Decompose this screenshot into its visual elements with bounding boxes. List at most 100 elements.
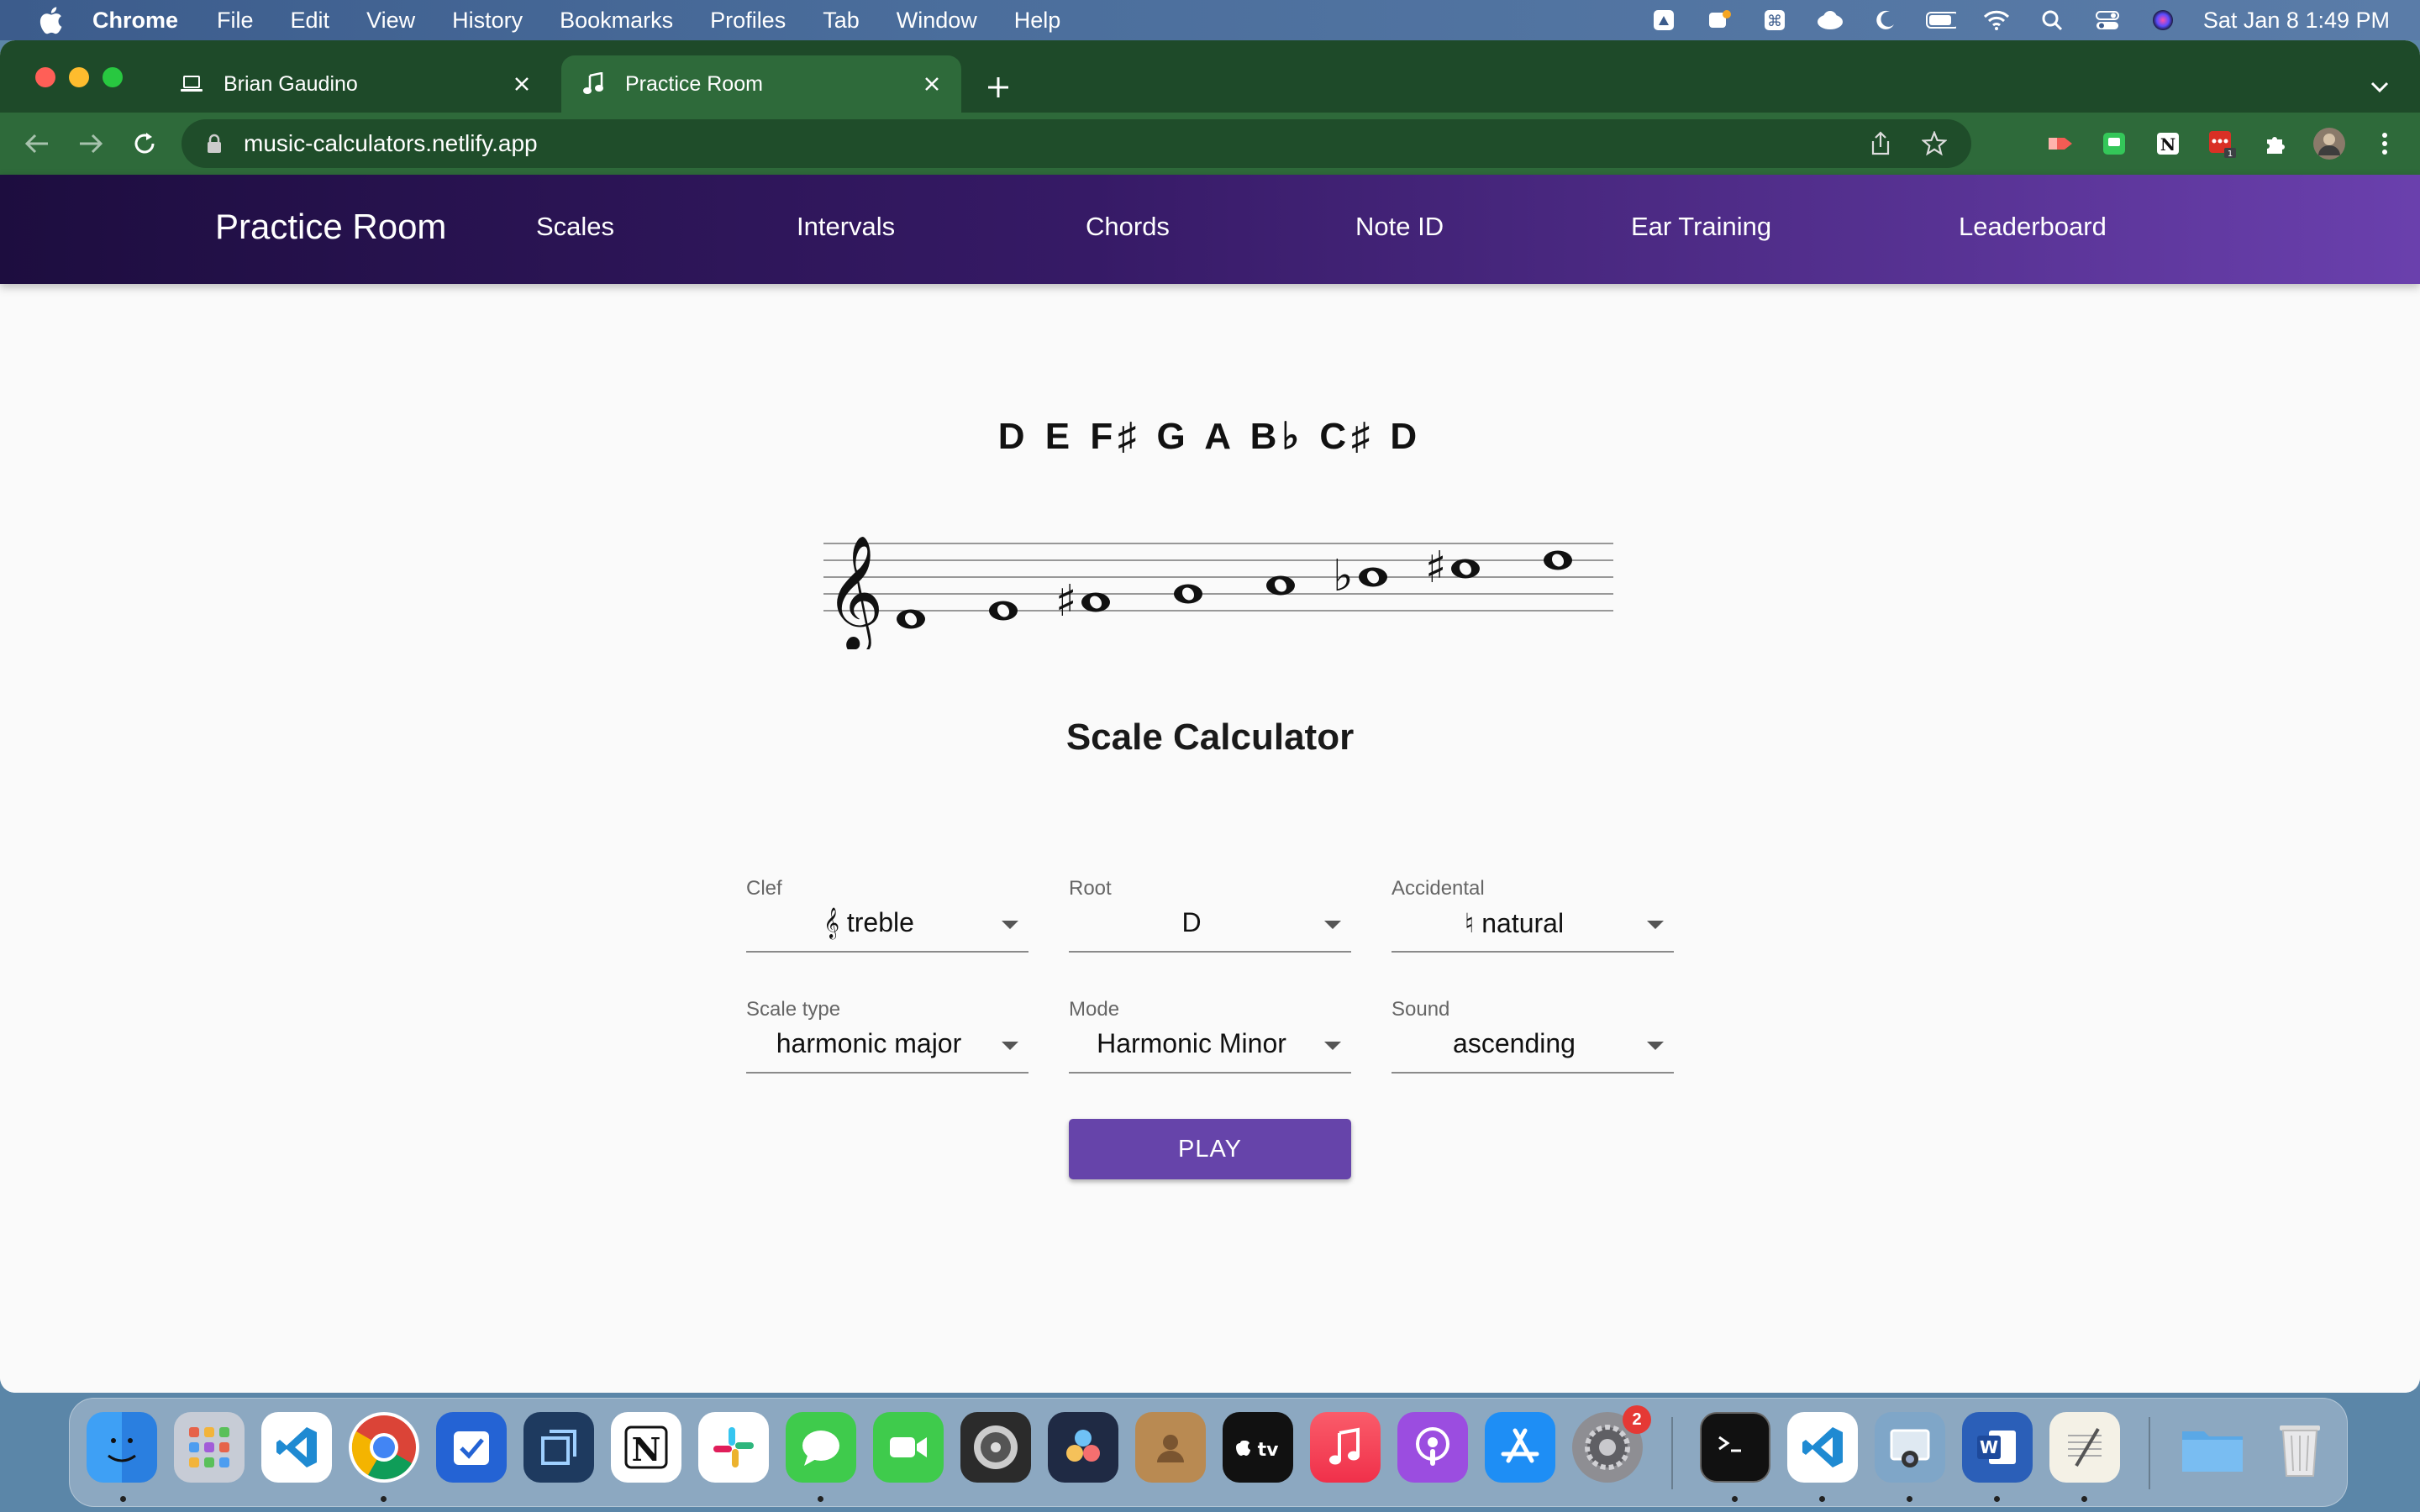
spotlight-search-icon[interactable] — [2037, 8, 2067, 33]
puzzle-extensions-icon[interactable] — [2259, 127, 2292, 160]
menu-bookmarks[interactable]: Bookmarks — [560, 8, 673, 34]
terminal-icon[interactable] — [1700, 1412, 1770, 1483]
music-icon[interactable] — [1310, 1412, 1381, 1483]
vscode-icon[interactable] — [1787, 1412, 1858, 1483]
podcasts-icon[interactable] — [1397, 1412, 1468, 1483]
minimize-window-button[interactable] — [69, 67, 89, 87]
reload-icon[interactable] — [126, 125, 163, 162]
fullscreen-window-button[interactable] — [103, 67, 123, 87]
close-icon[interactable] — [508, 70, 536, 98]
tab-practice-room[interactable]: Practice Room — [561, 55, 961, 113]
mode-value[interactable]: Harmonic Minor — [1069, 1028, 1314, 1059]
root-select[interactable]: Root D — [1069, 877, 1351, 961]
brand-title[interactable]: Practice Room — [215, 207, 446, 247]
control-center-icon[interactable] — [2092, 8, 2123, 33]
forward-arrow-icon[interactable] — [72, 125, 109, 162]
chrome-icon[interactable] — [349, 1412, 419, 1483]
battery-icon[interactable] — [1925, 8, 1956, 33]
siri-icon[interactable] — [2148, 8, 2178, 33]
sound-value[interactable]: ascending — [1392, 1028, 1637, 1059]
word-icon[interactable]: W — [1962, 1412, 2033, 1483]
menu-help[interactable]: Help — [1014, 8, 1061, 34]
dropdown-caret-icon[interactable] — [1324, 1042, 1341, 1050]
sound-select[interactable]: Sound ascending — [1392, 998, 1674, 1082]
tab-brian-gaudino[interactable]: Brian Gaudino — [168, 55, 551, 113]
close-icon[interactable] — [918, 70, 946, 98]
nav-intervals[interactable]: Intervals — [797, 212, 895, 242]
messages-icon[interactable] — [786, 1412, 856, 1483]
folder-icon[interactable] — [2177, 1412, 2248, 1483]
wifi-icon[interactable] — [1981, 8, 2012, 33]
notion-icon[interactable]: N — [611, 1412, 681, 1483]
menu-window[interactable]: Window — [897, 8, 977, 34]
logic-pro-icon[interactable] — [960, 1412, 1031, 1483]
clef-select[interactable]: Clef 𝄞 treble — [746, 877, 1028, 961]
launchpad-icon[interactable] — [174, 1412, 245, 1483]
menu-edit[interactable]: Edit — [291, 8, 330, 34]
trash-icon[interactable] — [2265, 1412, 2335, 1483]
play-button[interactable]: PLAY — [1069, 1119, 1351, 1179]
lock-icon[interactable] — [202, 131, 227, 156]
menu-file[interactable]: File — [217, 8, 254, 34]
nav-note-id[interactable]: Note ID — [1355, 212, 1444, 242]
drive-icon[interactable] — [1649, 8, 1679, 33]
textedit-icon[interactable] — [2049, 1412, 2120, 1483]
accidental-select[interactable]: Accidental ♮ natural — [1392, 877, 1674, 961]
finder-icon[interactable] — [87, 1412, 157, 1483]
address-bar[interactable]: music-calculators.netlify.app — [182, 119, 1971, 168]
dropdown-caret-icon[interactable] — [1002, 921, 1018, 929]
chrome-menu-icon[interactable] — [2368, 127, 2402, 160]
screencast-extension-icon[interactable] — [2044, 127, 2077, 160]
facetime-icon[interactable] — [873, 1412, 944, 1483]
back-arrow-icon[interactable] — [18, 125, 55, 162]
cloud-icon[interactable] — [1815, 8, 1845, 33]
slack-icon[interactable] — [698, 1412, 769, 1483]
red-extension-icon[interactable]: 1 — [2205, 127, 2238, 160]
moon-icon[interactable] — [1870, 8, 1901, 33]
menu-app-name[interactable]: Chrome — [92, 8, 178, 34]
nav-ear-training[interactable]: Ear Training — [1631, 212, 1771, 242]
apple-menu-icon[interactable] — [34, 3, 67, 37]
accidental-value[interactable]: ♮ natural — [1392, 907, 1637, 939]
bookmark-star-icon[interactable] — [1918, 127, 1951, 160]
davinci-resolve-icon[interactable] — [1048, 1412, 1118, 1483]
nav-chords[interactable]: Chords — [1086, 212, 1170, 242]
green-extension-icon[interactable] — [2097, 127, 2131, 160]
menu-profiles[interactable]: Profiles — [710, 8, 786, 34]
menu-clock[interactable]: Sat Jan 8 1:49 PM — [2203, 8, 2390, 34]
vscode-icon[interactable] — [261, 1412, 332, 1483]
dropdown-caret-icon[interactable] — [1002, 1042, 1018, 1050]
nav-scales[interactable]: Scales — [536, 212, 614, 242]
running-indicator — [381, 1496, 387, 1502]
dock-separator — [2149, 1417, 2150, 1489]
command-icon[interactable]: ⌘ — [1760, 8, 1790, 33]
nav-leaderboard[interactable]: Leaderboard — [1959, 212, 2107, 242]
scale-type-select[interactable]: Scale type harmonic major — [746, 998, 1028, 1082]
apple-tv-icon[interactable]: tv — [1223, 1412, 1293, 1483]
dropdown-caret-icon[interactable] — [1324, 921, 1341, 929]
url-text[interactable]: music-calculators.netlify.app — [244, 130, 1864, 157]
system-preferences-icon[interactable]: 2 — [1572, 1405, 1651, 1483]
close-window-button[interactable] — [35, 67, 55, 87]
share-icon[interactable] — [1864, 127, 1897, 160]
menu-view[interactable]: View — [366, 8, 415, 34]
tab-search-chevron-down-icon[interactable] — [2363, 71, 2396, 104]
mode-select[interactable]: Mode Harmonic Minor — [1069, 998, 1351, 1082]
window-manager-icon[interactable] — [523, 1412, 594, 1483]
menu-tab[interactable]: Tab — [823, 8, 860, 34]
dropdown-caret-icon[interactable] — [1647, 1042, 1664, 1050]
notion-extension-icon[interactable]: N — [2151, 127, 2185, 160]
clef-value[interactable]: 𝄞 treble — [746, 907, 992, 939]
profile-avatar[interactable] — [2312, 127, 2346, 160]
preview-icon[interactable] — [1875, 1412, 1945, 1483]
scale-type-value[interactable]: harmonic major — [746, 1028, 992, 1059]
notification-icon[interactable] — [1704, 8, 1734, 33]
sharp-accidental: ♯ — [1425, 543, 1446, 593]
tasks-app-icon[interactable] — [436, 1412, 507, 1483]
contacts-icon[interactable] — [1135, 1412, 1206, 1483]
root-value[interactable]: D — [1069, 907, 1314, 938]
dropdown-caret-icon[interactable] — [1647, 921, 1664, 929]
new-tab-plus-icon[interactable] — [981, 71, 1015, 104]
menu-history[interactable]: History — [452, 8, 523, 34]
app-store-icon[interactable] — [1485, 1412, 1555, 1483]
